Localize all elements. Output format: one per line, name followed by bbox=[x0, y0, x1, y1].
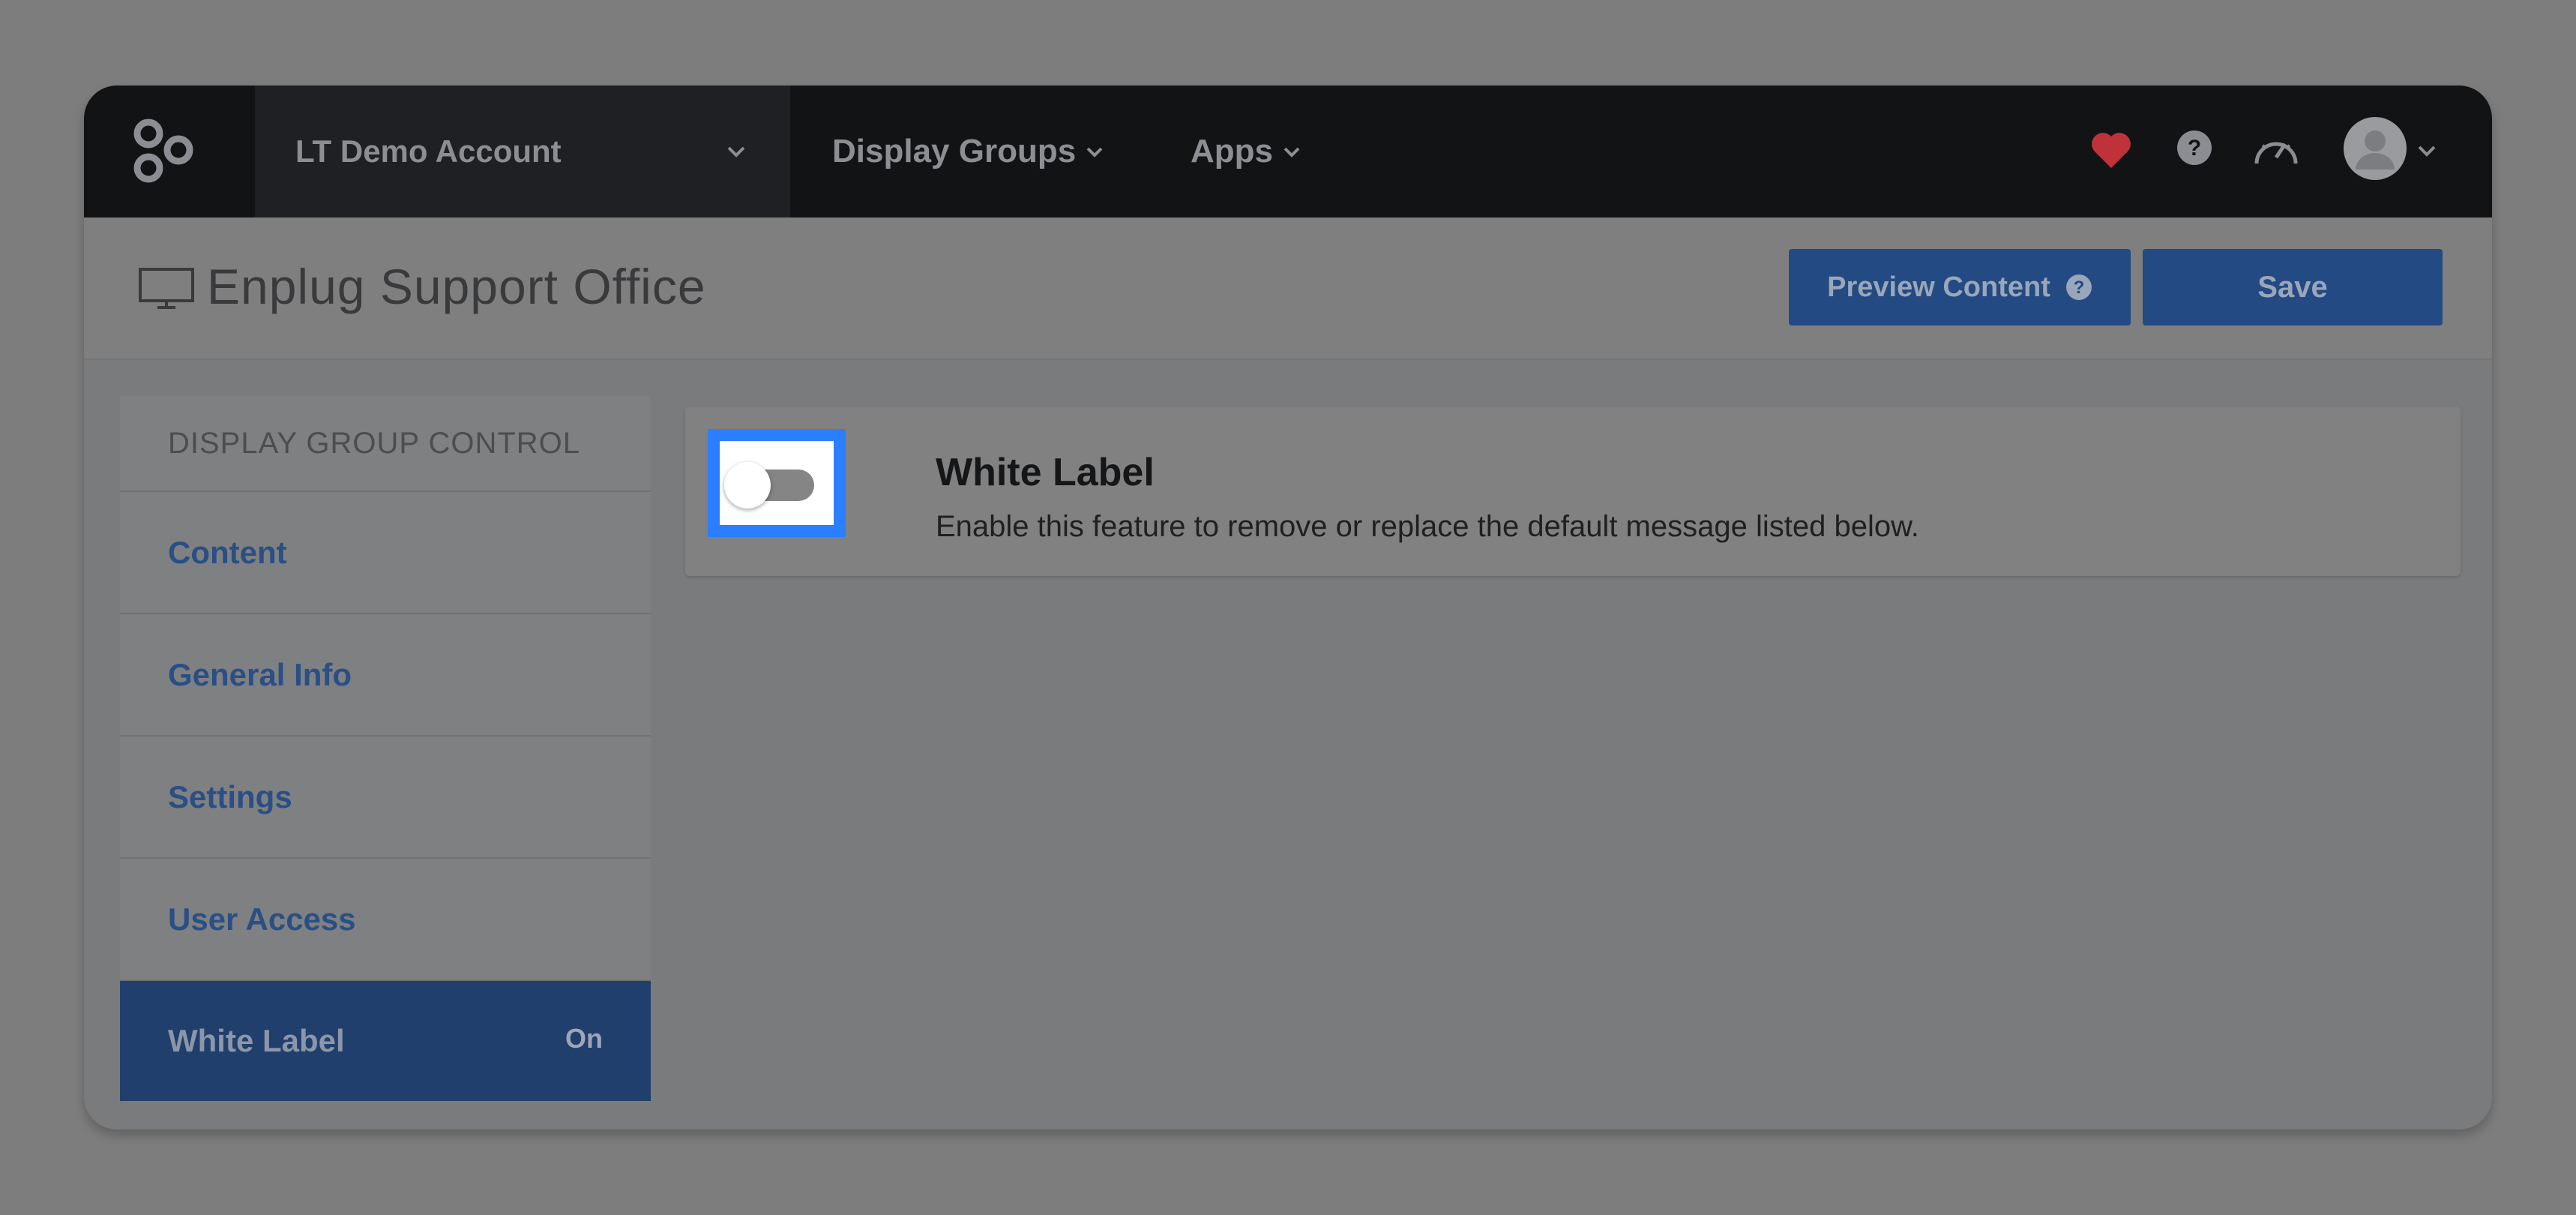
chevron-down-icon bbox=[727, 146, 745, 158]
app-window: LT Demo Account Display Groups Apps ? En… bbox=[84, 86, 2492, 1130]
status-badge: On bbox=[565, 1023, 603, 1054]
top-navigation-bar: LT Demo Account Display Groups Apps ? bbox=[84, 86, 2492, 218]
nav-apps[interactable]: Apps bbox=[1191, 86, 1301, 218]
preview-content-button[interactable]: Preview Content ? bbox=[1789, 249, 2131, 326]
monitor-icon bbox=[139, 268, 194, 309]
sidebar-item-content[interactable]: Content bbox=[120, 492, 651, 614]
page-header: Enplug Support Office Preview Content ? … bbox=[84, 218, 2492, 360]
help-icon: ? bbox=[2065, 274, 2092, 300]
sidebar-item-general-info[interactable]: General Info bbox=[120, 614, 651, 736]
sidebar-item-label: Settings bbox=[168, 778, 292, 814]
account-switcher[interactable]: LT Demo Account bbox=[255, 86, 790, 218]
chevron-down-icon bbox=[1086, 147, 1103, 158]
heart-icon[interactable] bbox=[2090, 130, 2132, 170]
dashboard-gauge-icon[interactable] bbox=[2252, 129, 2300, 170]
sidebar-item-label: User Access bbox=[168, 901, 356, 937]
sidebar-item-label: Content bbox=[168, 534, 287, 570]
sidebar-item-label: General Info bbox=[168, 656, 352, 692]
chevron-down-icon[interactable] bbox=[2414, 138, 2440, 164]
sidebar-item-label: White Label bbox=[168, 1023, 345, 1058]
nav-display-groups[interactable]: Display Groups bbox=[832, 86, 1104, 218]
white-label-toggle[interactable] bbox=[720, 441, 834, 525]
help-icon[interactable]: ? bbox=[2176, 129, 2213, 166]
nav-display-groups-label: Display Groups bbox=[832, 133, 1077, 170]
avatar[interactable] bbox=[2344, 117, 2407, 180]
sidebar-item-settings[interactable]: Settings bbox=[120, 736, 651, 859]
card-title: White Label bbox=[936, 451, 1155, 494]
svg-text:?: ? bbox=[2188, 136, 2201, 160]
sidebar-item-user-access[interactable]: User Access bbox=[120, 859, 651, 981]
toggle-knob bbox=[724, 462, 771, 508]
preview-content-label: Preview Content bbox=[1827, 271, 2050, 303]
logo-icon[interactable] bbox=[132, 117, 195, 186]
page-title: Enplug Support Office bbox=[207, 259, 706, 314]
nav-apps-label: Apps bbox=[1191, 133, 1273, 170]
sidebar-item-white-label[interactable]: White Label On bbox=[120, 981, 651, 1101]
sidebar-heading: DISPLAY GROUP CONTROL bbox=[120, 396, 651, 492]
card-description: Enable this feature to remove or replace… bbox=[936, 510, 1919, 543]
sidebar: DISPLAY GROUP CONTROL Content General In… bbox=[120, 396, 651, 1101]
white-label-card: White Label Enable this feature to remov… bbox=[685, 406, 2461, 576]
save-button[interactable]: Save bbox=[2143, 249, 2443, 326]
chevron-down-icon bbox=[1284, 147, 1300, 158]
toggle-highlight bbox=[708, 429, 846, 537]
account-name: LT Demo Account bbox=[295, 134, 562, 169]
svg-text:?: ? bbox=[2074, 278, 2085, 298]
